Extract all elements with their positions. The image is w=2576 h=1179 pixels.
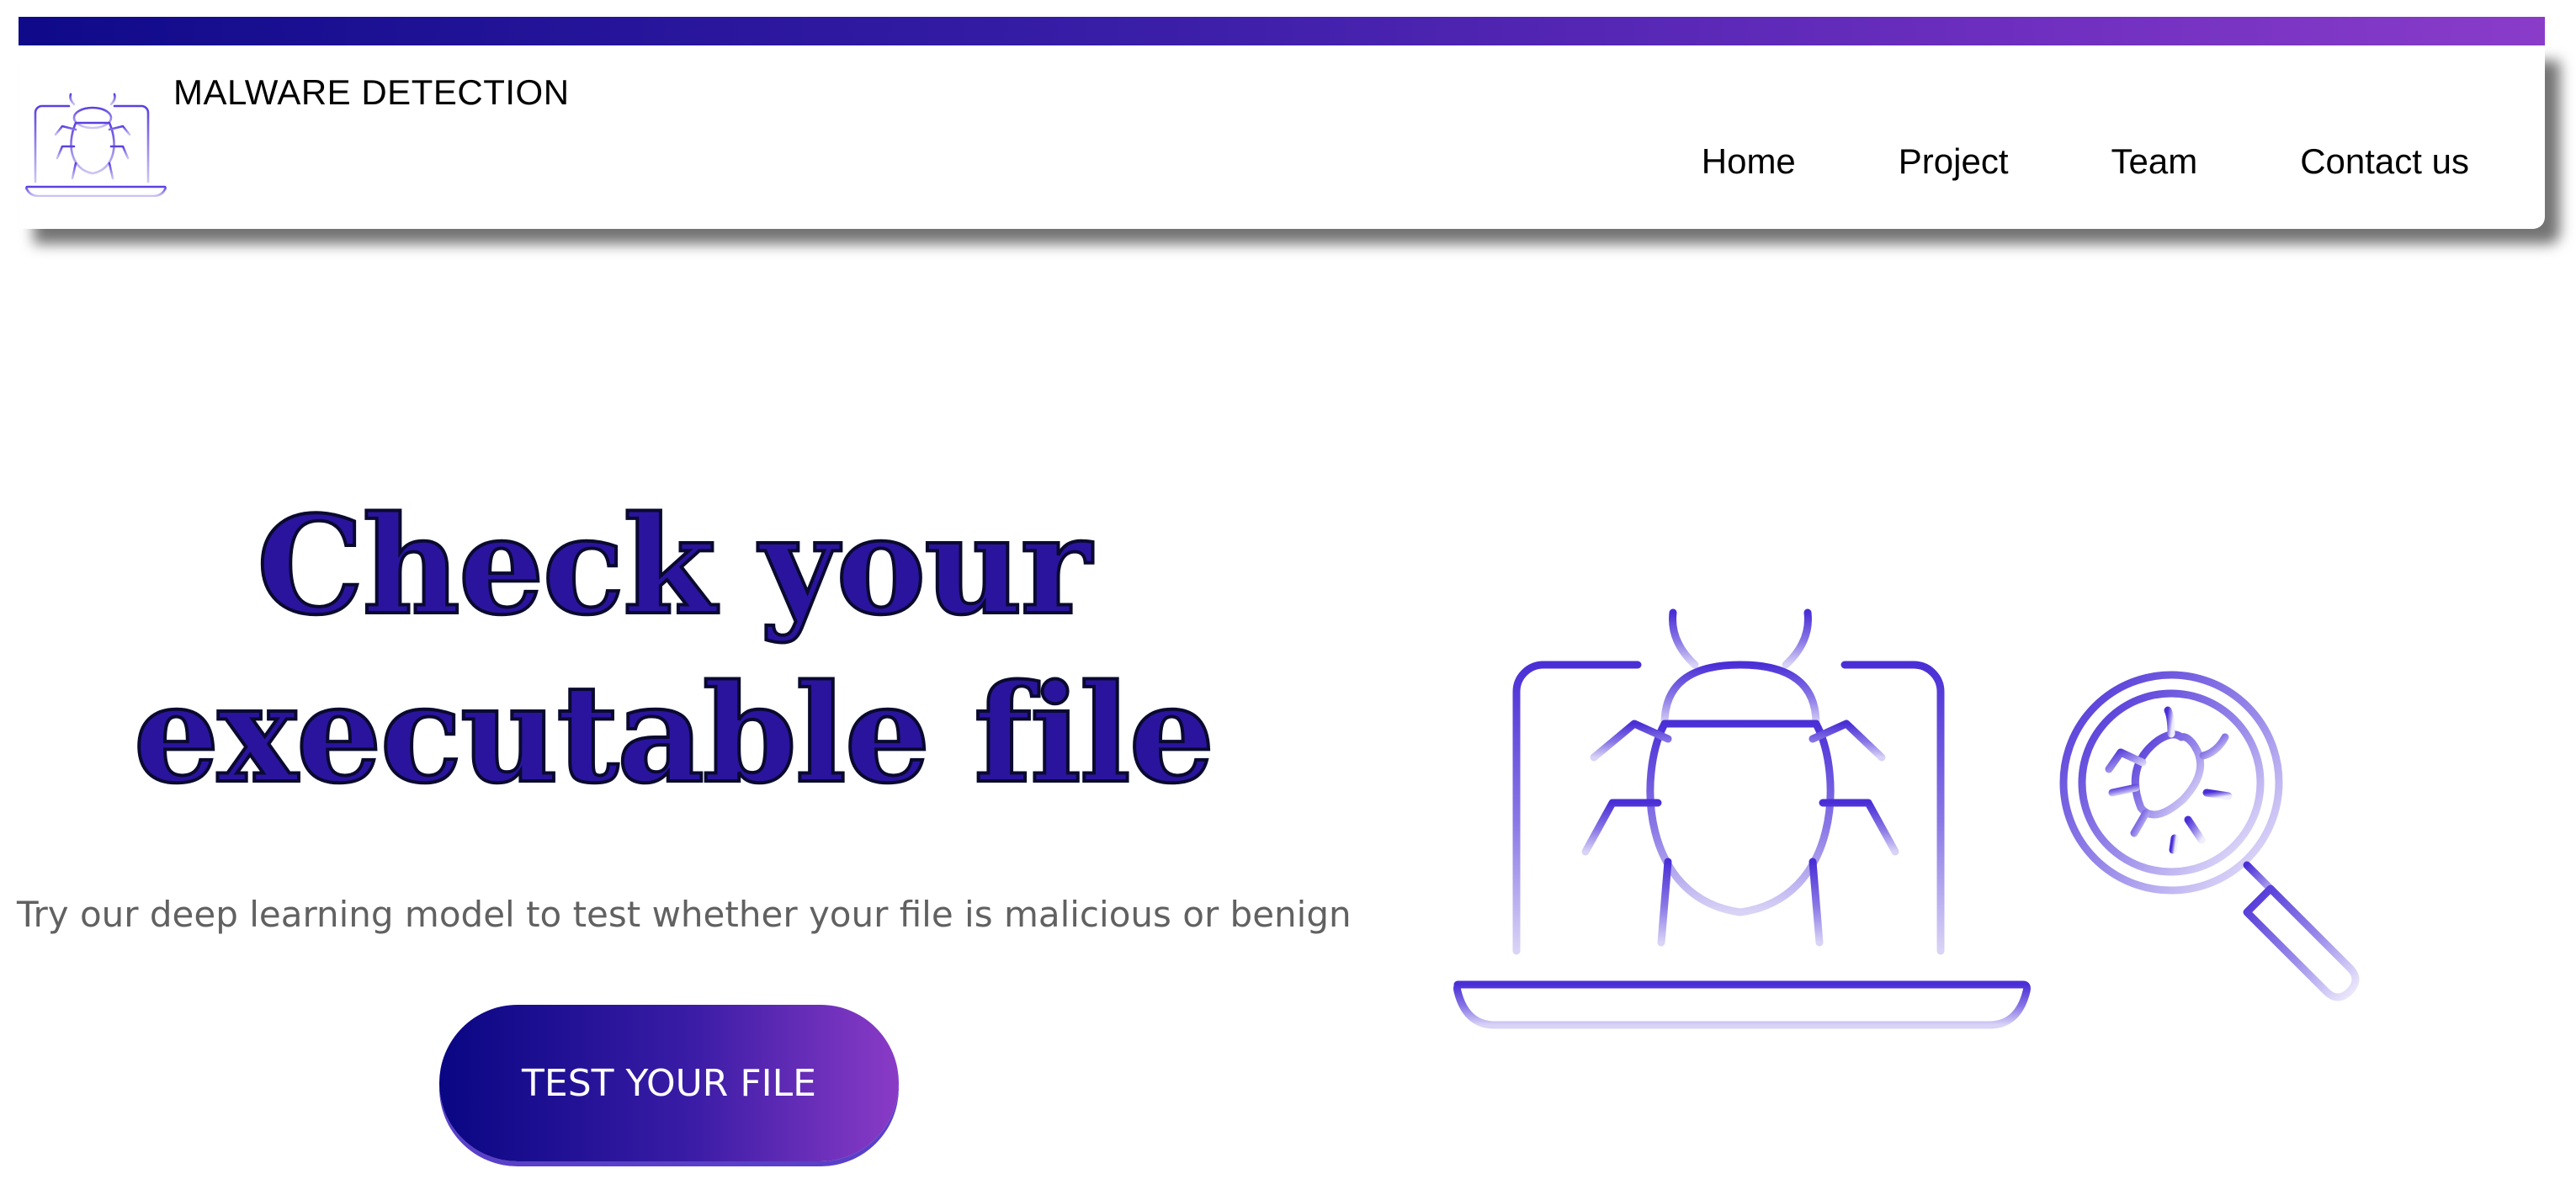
- site-header: MALWARE DETECTION Home Project Team Cont…: [19, 45, 2545, 229]
- laptop-bug-icon[interactable]: [24, 79, 168, 197]
- magnifier-bug-icon: [2059, 671, 2360, 1001]
- hero-title-line-1: Check your: [255, 485, 1093, 646]
- nav-contact-us[interactable]: Contact us: [2300, 141, 2469, 182]
- hero-subtitle: Try our deep learning model to test whet…: [17, 894, 1352, 935]
- main-nav: Home Project Team Contact us: [1702, 141, 2469, 182]
- hero-title: Check your executable file: [17, 481, 1330, 818]
- nav-team[interactable]: Team: [2111, 141, 2198, 182]
- hero-title-line-2: executable file: [132, 653, 1217, 815]
- test-your-file-button[interactable]: TEST YOUR FILE: [439, 1005, 899, 1161]
- laptop-bug-icon: [1453, 608, 2031, 1029]
- nav-home[interactable]: Home: [1702, 141, 1796, 182]
- top-accent-bar: [19, 17, 2545, 45]
- brand-title: MALWARE DETECTION: [173, 72, 570, 112]
- malware-illustration: [1453, 608, 2360, 1029]
- nav-project[interactable]: Project: [1899, 141, 2009, 182]
